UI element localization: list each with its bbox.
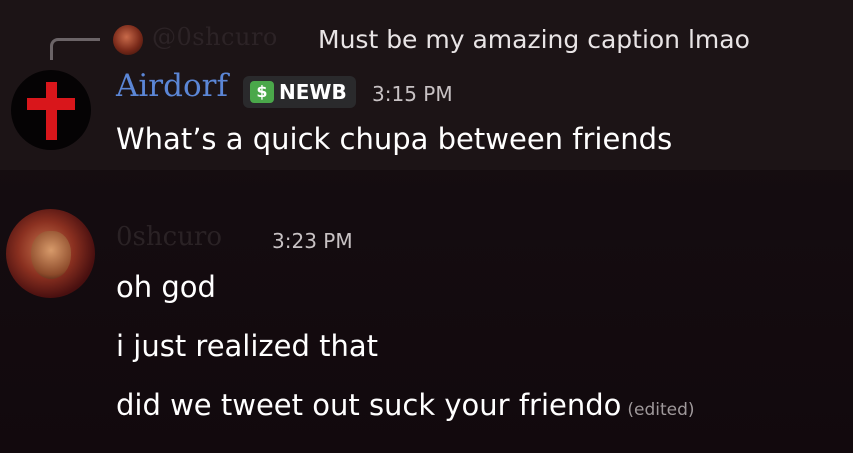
message-line: did we tweet out suck your friendo (edite… [116, 388, 695, 422]
cross-icon-bar [27, 98, 75, 110]
message-content: What’s a quick chupa between friends [116, 122, 673, 156]
message-author[interactable]: Airdorf [116, 68, 228, 104]
role-badge-label: NEWB [279, 80, 347, 104]
message-author[interactable]: 0shcuro [116, 222, 222, 252]
avatar[interactable] [11, 70, 91, 150]
chat-view: @0shcuro Must be my amazing caption lmao… [0, 0, 853, 453]
message-line: i just realized that [116, 329, 379, 363]
message-highlighted[interactable]: @0shcuro Must be my amazing caption lmao… [0, 0, 853, 170]
message-timestamp: 3:15 PM [372, 82, 453, 106]
reply-preview-text[interactable]: Must be my amazing caption lmao [318, 25, 750, 54]
edited-label: (edited) [627, 400, 695, 420]
message-line-text: did we tweet out suck your friendo [116, 388, 622, 422]
avatar-face [31, 231, 71, 279]
message-line: oh god [116, 270, 216, 304]
reply-avatar[interactable] [113, 25, 143, 55]
avatar[interactable] [6, 209, 95, 298]
role-badge[interactable]: $ NEWB [243, 76, 356, 108]
dollar-icon: $ [250, 81, 274, 103]
reply-author[interactable]: @0shcuro [152, 23, 278, 51]
message-timestamp: 3:23 PM [272, 229, 353, 253]
cross-icon [46, 82, 57, 140]
reply-spine [50, 38, 100, 60]
